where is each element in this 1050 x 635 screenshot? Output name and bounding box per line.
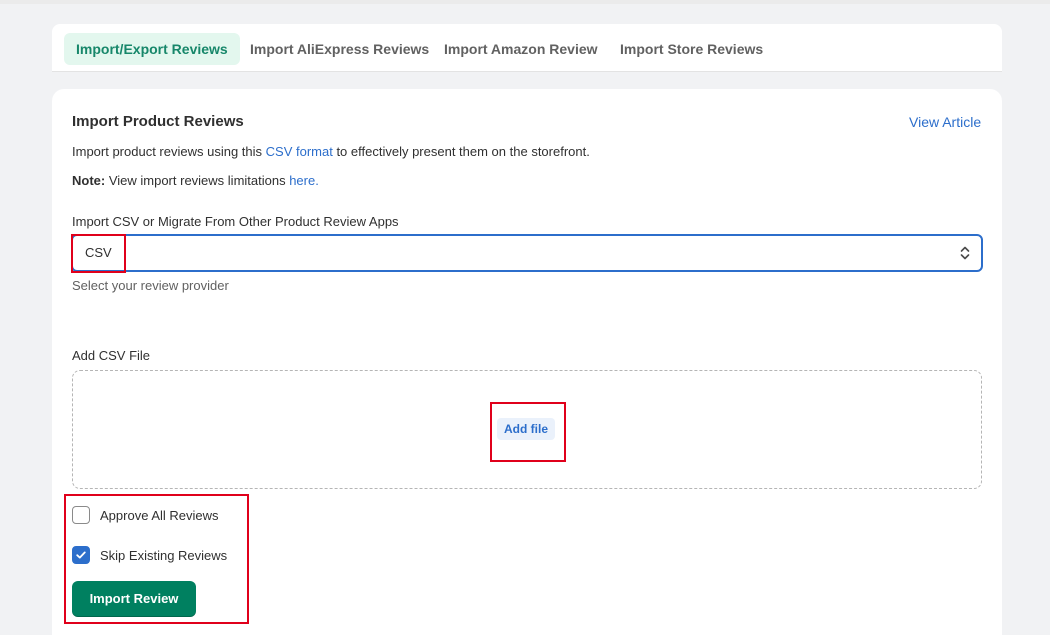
- view-article-link[interactable]: View Article: [909, 114, 981, 130]
- tab-import-export-reviews[interactable]: Import/Export Reviews: [64, 33, 240, 65]
- tab-import-aliexpress-reviews[interactable]: Import AliExpress Reviews: [250, 33, 429, 65]
- approve-all-reviews-option[interactable]: Approve All Reviews: [72, 505, 219, 525]
- add-file-button[interactable]: Add file: [497, 418, 555, 440]
- description-text-after: to effectively present them on the store…: [332, 144, 590, 159]
- skip-existing-reviews-option[interactable]: Skip Existing Reviews: [72, 545, 227, 565]
- csv-format-link[interactable]: CSV format: [266, 144, 333, 159]
- provider-select-label: Import CSV or Migrate From Other Product…: [72, 214, 399, 229]
- tab-bar: Import/Export Reviews Import AliExpress …: [52, 24, 1002, 72]
- skip-existing-reviews-label: Skip Existing Reviews: [100, 547, 228, 563]
- note-label: Note:: [72, 173, 106, 188]
- approve-all-reviews-checkbox[interactable]: [72, 506, 90, 524]
- approve-all-reviews-label: Approve All Reviews: [100, 507, 219, 523]
- checkmark-icon: [76, 551, 86, 559]
- review-provider-select[interactable]: CSV: [71, 234, 983, 272]
- card-title: Import Product Reviews: [72, 113, 244, 130]
- import-review-button[interactable]: Import Review: [72, 581, 196, 617]
- limitations-note: Note: View import reviews limitations he…: [72, 173, 319, 188]
- tab-import-amazon-review[interactable]: Import Amazon Review: [444, 33, 598, 65]
- note-text: View import reviews limitations: [105, 173, 290, 188]
- description-text-before: Import product reviews using this: [72, 144, 266, 159]
- tab-import-store-reviews[interactable]: Import Store Reviews: [620, 33, 763, 65]
- skip-existing-reviews-checkbox[interactable]: [72, 546, 90, 564]
- select-chevron-icon: [960, 246, 970, 260]
- provider-select-help: Select your review provider: [72, 278, 229, 293]
- csv-file-label: Add CSV File: [72, 348, 151, 363]
- import-reviews-card: Import Product Reviews View Article Impo…: [52, 89, 1002, 635]
- limitations-here-link[interactable]: here.: [289, 173, 319, 188]
- card-description: Import product reviews using this CSV fo…: [72, 144, 590, 159]
- top-divider: [0, 0, 1050, 4]
- provider-select-value: CSV: [85, 245, 112, 260]
